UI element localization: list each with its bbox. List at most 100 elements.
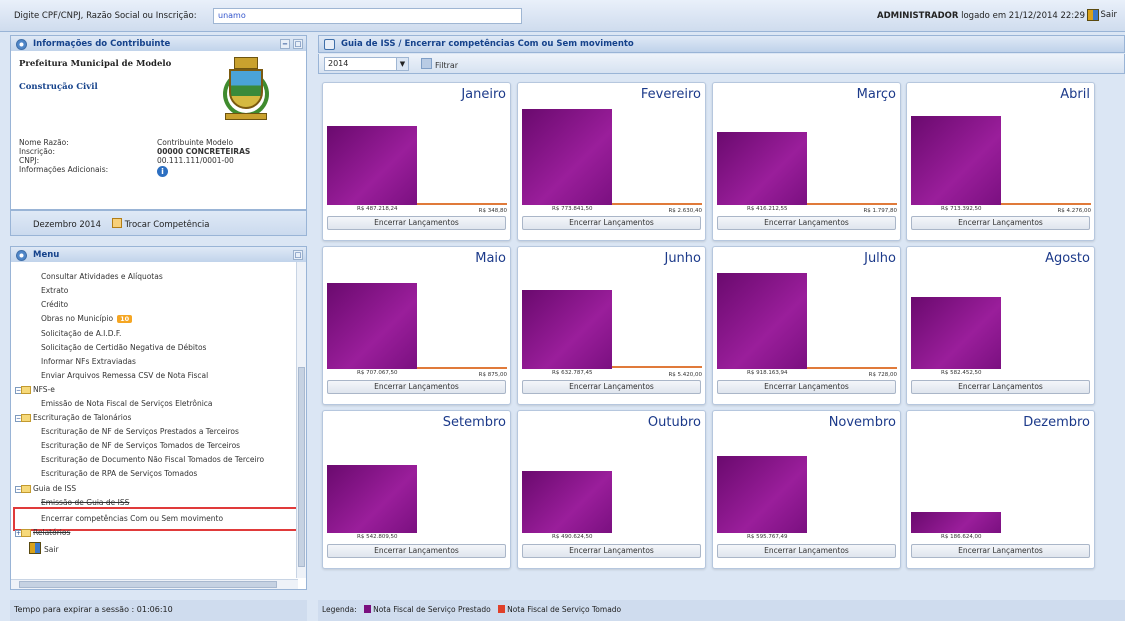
legend-tomado: Nota Fiscal de Serviço Tomado xyxy=(507,605,622,614)
maximize-tool-icon[interactable]: □ xyxy=(293,39,303,49)
menu-item[interactable]: Escrituração de RPA de Serviços Tomados xyxy=(41,469,197,478)
collapse-tool-icon[interactable]: − xyxy=(280,39,290,49)
month-card: Outubro R$ 490.624,50 Encerrar Lançamentos xyxy=(517,410,706,569)
prestado-bar xyxy=(522,109,612,205)
menu-item[interactable]: Informar NFs Extraviadas xyxy=(41,357,136,366)
menu-item[interactable]: Emissão de Guia de ISS xyxy=(41,498,129,507)
menu-folder[interactable]: − NFS-e xyxy=(15,385,55,394)
menu-item[interactable]: Solicitação de Certidão Negativa de Débi… xyxy=(41,343,206,352)
folder-icon: − xyxy=(15,413,31,423)
close-entries-button[interactable]: Encerrar Lançamentos xyxy=(911,216,1090,230)
menu-folder[interactable]: + Relatórios xyxy=(15,528,70,537)
filter-button[interactable]: Filtrar xyxy=(421,58,458,70)
menu-item[interactable]: Consultar Atividades e Alíquotas xyxy=(41,272,163,281)
menu-item[interactable]: Escrituração de NF de Serviços Tomados d… xyxy=(41,441,240,450)
prestado-bar xyxy=(911,116,1001,205)
menu-icon xyxy=(16,250,27,261)
menu-item[interactable]: Emissão de Nota Fiscal de Serviços Eletr… xyxy=(41,399,213,408)
close-entries-button[interactable]: Encerrar Lançamentos xyxy=(327,380,506,394)
close-entries-button[interactable]: Encerrar Lançamentos xyxy=(522,380,701,394)
menu-item[interactable]: Crédito xyxy=(41,300,68,309)
tomado-bar xyxy=(1001,203,1091,205)
menu-horizontal-scrollbar[interactable] xyxy=(11,579,298,589)
month-card: Agosto R$ 582.452,50 Encerrar Lançamentos xyxy=(906,246,1095,405)
change-competence-link[interactable]: Trocar Competência xyxy=(125,220,210,230)
menu-panel: Consultar Atividades e Alíquotas Extrato… xyxy=(10,262,307,590)
close-entries-button[interactable]: Encerrar Lançamentos xyxy=(911,380,1090,394)
month-title: Setembro xyxy=(442,415,506,430)
legend: Legenda: Nota Fiscal de Serviço Prestado… xyxy=(318,600,1125,621)
month-card: Novembro R$ 595.767,49 Encerrar Lançamento… xyxy=(712,410,901,569)
prestado-value: R$ 487.218,24 xyxy=(357,206,398,212)
year-value: 2014 xyxy=(328,59,349,68)
door-icon xyxy=(1086,9,1099,21)
competence-label: Dezembro 2014 xyxy=(33,220,101,230)
menu-exit-item[interactable]: Sair xyxy=(29,542,59,554)
menu-item-label: Obras no Município xyxy=(41,314,114,323)
tomado-value: R$ 728,00 xyxy=(868,372,897,378)
top-bar: Digite CPF/CNPJ, Razão Social ou Inscriç… xyxy=(0,0,1125,32)
municipal-crest-logo xyxy=(221,57,271,133)
month-title: Agosto xyxy=(1045,251,1090,266)
close-entries-button[interactable]: Encerrar Lançamentos xyxy=(327,544,506,558)
tomado-value: R$ 875,00 xyxy=(478,372,507,378)
search-label: Digite CPF/CNPJ, Razão Social ou Inscriç… xyxy=(14,11,197,21)
tomado-bar xyxy=(807,203,897,205)
close-entries-button[interactable]: Encerrar Lançamentos xyxy=(522,544,701,558)
login-info: logado em 21/12/2014 22:29 xyxy=(961,11,1085,21)
menu-item[interactable]: Escrituração de Documento Não Fiscal Tom… xyxy=(41,455,264,464)
month-title: Janeiro xyxy=(461,87,506,102)
month-title: Abril xyxy=(1060,87,1090,102)
folder-icon: − xyxy=(15,385,31,395)
close-entries-button[interactable]: Encerrar Lançamentos xyxy=(327,216,506,230)
close-entries-button[interactable]: Encerrar Lançamentos xyxy=(717,380,896,394)
menu-folder-label: Escrituração de Talonários xyxy=(33,413,132,422)
exit-button[interactable]: Sair xyxy=(1086,9,1117,21)
folder-icon: + xyxy=(15,528,31,538)
user-status: ADMINISTRADOR logado em 21/12/2014 22:29 xyxy=(877,11,1085,21)
tomado-bar xyxy=(612,366,702,368)
main-panel-header: Guia de ISS / Encerrar competências Com … xyxy=(318,35,1125,53)
prestado-bar xyxy=(717,132,807,205)
menu-item[interactable]: Extrato xyxy=(41,286,68,295)
legend-swatch-prestado xyxy=(364,605,372,613)
menu-vertical-scrollbar[interactable] xyxy=(296,262,306,578)
month-card: Janeiro R$ 487.218,24 R$ 348,80 Encerrar La… xyxy=(322,82,511,241)
maximize-tool-icon[interactable]: □ xyxy=(293,250,303,260)
tomado-bar xyxy=(417,203,507,205)
filter-toolbar: 2014 ▼ Filtrar xyxy=(318,54,1125,74)
prestado-bar xyxy=(717,273,807,369)
field-key: Informações Adicionais: xyxy=(19,165,109,174)
prestado-value: R$ 713.392,50 xyxy=(941,206,982,212)
close-entries-button[interactable]: Encerrar Lançamentos xyxy=(911,544,1090,558)
prestado-bar xyxy=(717,456,807,533)
month-title: Outubro xyxy=(647,415,701,430)
chevron-down-icon[interactable]: ▼ xyxy=(396,58,408,70)
prestado-bar xyxy=(327,283,417,369)
prestado-value: R$ 186.624,00 xyxy=(941,534,982,540)
field-value: 00.111.111/0001-00 xyxy=(157,156,234,165)
prestado-value: R$ 632.787,45 xyxy=(552,370,593,376)
menu-folder[interactable]: − Escrituração de Talonários xyxy=(15,413,131,422)
month-title: Maio xyxy=(475,251,506,266)
session-timer: Tempo para expirar a sessão : 01:06:10 xyxy=(10,600,307,621)
menu-item[interactable]: Escrituração de NF de Serviços Prestados… xyxy=(41,427,239,436)
close-entries-button[interactable]: Encerrar Lançamentos xyxy=(717,544,896,558)
menu-item[interactable]: Obras no Município 10 xyxy=(41,314,133,323)
menu-item[interactable]: Solicitação de A.I.D.F. xyxy=(41,329,121,338)
close-entries-button[interactable]: Encerrar Lançamentos xyxy=(717,216,896,230)
menu-item[interactable]: Enviar Arquivos Remessa CSV de Nota Fisc… xyxy=(41,371,208,380)
year-select[interactable]: 2014 ▼ xyxy=(324,57,409,71)
month-title: Novembro xyxy=(828,415,896,430)
month-card: Março R$ 416.212,55 R$ 1.797,80 Encerrar La… xyxy=(712,82,901,241)
count-badge: 10 xyxy=(117,315,133,323)
scrollbar-thumb[interactable] xyxy=(19,581,277,588)
menu-folder-label: Relatórios xyxy=(33,528,71,537)
search-input[interactable]: unamo xyxy=(213,8,522,24)
tomado-value: R$ 4.276,00 xyxy=(1057,208,1091,214)
competence-bar: Dezembro 2014 Trocar Competência xyxy=(10,210,307,236)
info-icon[interactable]: i xyxy=(157,166,168,177)
menu-folder[interactable]: − Guia de ISS xyxy=(15,484,76,493)
scrollbar-thumb[interactable] xyxy=(298,367,305,567)
close-entries-button[interactable]: Encerrar Lançamentos xyxy=(522,216,701,230)
